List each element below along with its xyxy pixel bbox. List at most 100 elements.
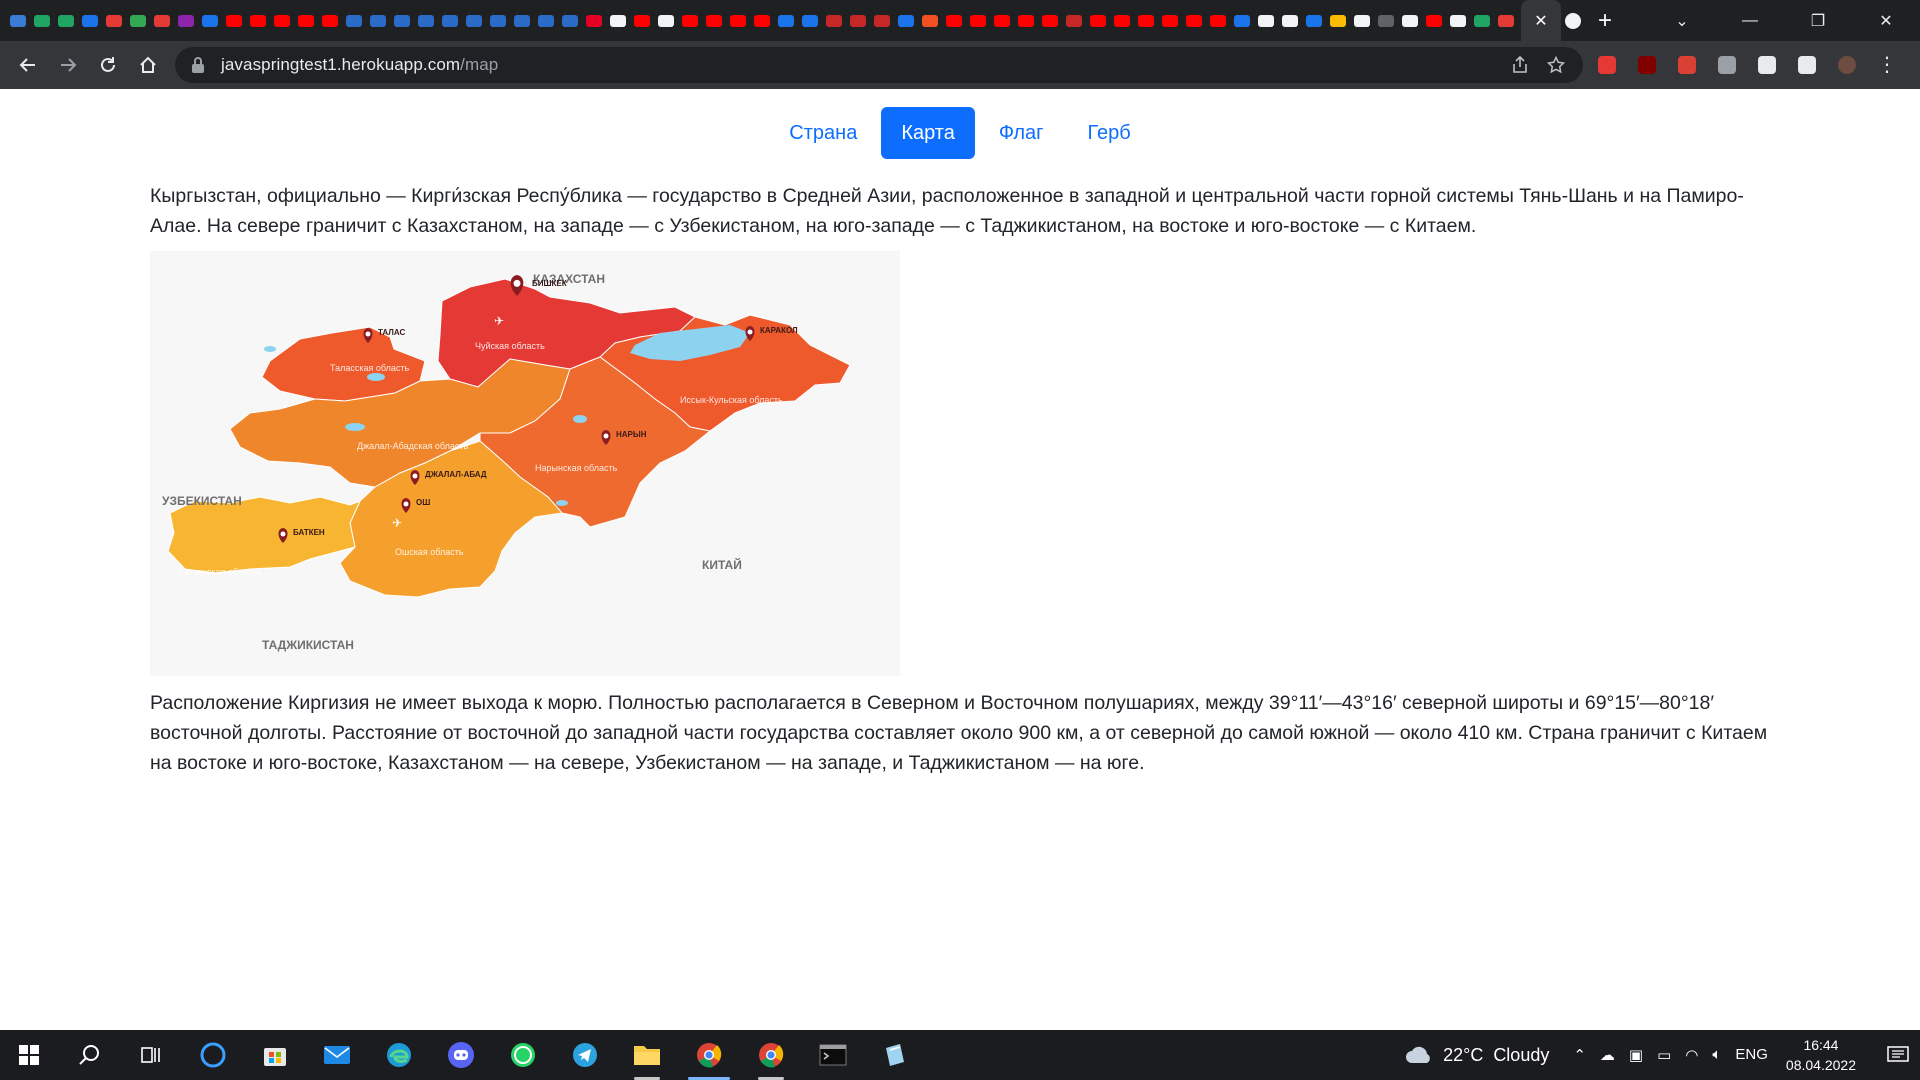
task-view-button[interactable] <box>120 1030 182 1080</box>
taskbar-explorer[interactable] <box>616 1030 678 1080</box>
pinned-tab[interactable] <box>966 0 990 41</box>
close-window-button[interactable]: ✕ <box>1852 0 1920 41</box>
pinned-tab[interactable] <box>150 0 174 41</box>
pinned-tab[interactable] <box>1470 0 1494 41</box>
address-bar[interactable]: javaspringtest1.herokuapp.com/map <box>175 47 1583 83</box>
tab-search-button[interactable]: ⌄ <box>1648 0 1716 41</box>
browser-menu-button[interactable]: ⋮ <box>1870 48 1904 82</box>
pinned-tab[interactable] <box>798 0 822 41</box>
pinned-tab[interactable] <box>294 0 318 41</box>
pinned-tab[interactable] <box>678 0 702 41</box>
pinned-tab[interactable] <box>534 0 558 41</box>
profile-avatar[interactable] <box>1830 48 1864 82</box>
pinned-tab[interactable] <box>270 0 294 41</box>
pinned-tab[interactable] <box>174 0 198 41</box>
pinned-tab[interactable] <box>366 0 390 41</box>
adblock-icon[interactable] <box>1590 48 1624 82</box>
pinned-tab[interactable] <box>918 0 942 41</box>
nav-pill[interactable]: Флаг <box>979 107 1064 159</box>
back-button[interactable] <box>8 45 48 85</box>
wifi-icon[interactable]: ◠ <box>1685 1046 1698 1064</box>
incognito-off-icon[interactable] <box>1710 48 1744 82</box>
ublock-icon[interactable] <box>1630 48 1664 82</box>
pinned-tab[interactable] <box>870 0 894 41</box>
reload-button[interactable] <box>88 45 128 85</box>
pinned-tab[interactable] <box>990 0 1014 41</box>
pinned-tab[interactable] <box>510 0 534 41</box>
pinned-tab[interactable] <box>1014 0 1038 41</box>
pinned-tab[interactable] <box>1422 0 1446 41</box>
taskbar-telegram[interactable] <box>554 1030 616 1080</box>
pinned-tab[interactable] <box>1494 0 1515 41</box>
pinned-tab[interactable] <box>102 0 126 41</box>
weather-widget[interactable]: 22°C Cloudy <box>1405 1045 1549 1066</box>
volume-icon[interactable]: 🔈︎ <box>1712 1046 1721 1064</box>
pinned-tab[interactable] <box>942 0 966 41</box>
pinned-tab[interactable] <box>1062 0 1086 41</box>
google-tab[interactable] <box>1561 0 1585 41</box>
pinned-tab[interactable] <box>462 0 486 41</box>
pinned-tab[interactable] <box>750 0 774 41</box>
pinned-tab[interactable] <box>1278 0 1302 41</box>
pinned-tab[interactable] <box>6 0 30 41</box>
taskbar-edge[interactable] <box>368 1030 430 1080</box>
taskbar-app[interactable] <box>864 1030 926 1080</box>
chevron-up-icon[interactable]: ⌃ <box>1573 1046 1586 1064</box>
todoist-icon[interactable] <box>1670 48 1704 82</box>
nav-pill[interactable]: Герб <box>1067 107 1150 159</box>
pinned-tab[interactable] <box>126 0 150 41</box>
pinned-tab[interactable] <box>1350 0 1374 41</box>
maximize-button[interactable]: ❐ <box>1784 0 1852 41</box>
pinned-tab[interactable] <box>318 0 342 41</box>
pinned-tab[interactable] <box>438 0 462 41</box>
pinned-tab[interactable] <box>1158 0 1182 41</box>
close-tab-icon[interactable]: ✕ <box>1534 11 1547 31</box>
extensions-puzzle-icon[interactable] <box>1750 48 1784 82</box>
taskbar-terminal[interactable] <box>802 1030 864 1080</box>
pinned-tab[interactable] <box>1134 0 1158 41</box>
start-button[interactable] <box>0 1030 58 1080</box>
share-icon[interactable] <box>1511 56 1529 74</box>
pinned-tab[interactable] <box>726 0 750 41</box>
pinned-tab[interactable] <box>894 0 918 41</box>
taskbar-discord[interactable] <box>430 1030 492 1080</box>
lock-icon[interactable] <box>191 57 205 73</box>
pinned-tab[interactable] <box>414 0 438 41</box>
pinned-tab[interactable] <box>654 0 678 41</box>
taskbar-chrome-1[interactable] <box>678 1030 740 1080</box>
cortana-button[interactable] <box>182 1030 244 1080</box>
pinned-tab[interactable] <box>222 0 246 41</box>
pinned-tab[interactable] <box>1398 0 1422 41</box>
meet-now-icon[interactable]: ▣ <box>1629 1046 1643 1064</box>
url-text[interactable]: javaspringtest1.herokuapp.com/map <box>221 55 498 75</box>
pinned-tab[interactable] <box>822 0 846 41</box>
forward-button[interactable] <box>48 45 88 85</box>
pinned-tab[interactable] <box>1326 0 1350 41</box>
bookmark-star-icon[interactable] <box>1547 56 1565 74</box>
pinned-tab[interactable] <box>78 0 102 41</box>
minimize-button[interactable]: — <box>1716 0 1784 41</box>
pinned-tab[interactable] <box>630 0 654 41</box>
nav-pill[interactable]: Карта <box>881 107 975 159</box>
battery-icon[interactable]: ▭ <box>1657 1046 1671 1064</box>
clock[interactable]: 16:44 08.04.2022 <box>1786 1035 1856 1075</box>
nav-pill[interactable]: Страна <box>769 107 877 159</box>
new-tab-button[interactable]: + <box>1585 0 1625 41</box>
pinned-tab[interactable] <box>1206 0 1230 41</box>
pinned-tab[interactable] <box>1038 0 1062 41</box>
pinned-tab[interactable] <box>774 0 798 41</box>
pinned-tab[interactable] <box>558 0 582 41</box>
language-indicator[interactable]: ENG <box>1735 1046 1768 1064</box>
pinned-tab[interactable] <box>1446 0 1470 41</box>
pinned-tab[interactable] <box>1302 0 1326 41</box>
taskbar-chrome-2[interactable] <box>740 1030 802 1080</box>
pinned-tab[interactable] <box>606 0 630 41</box>
pinned-tab[interactable] <box>846 0 870 41</box>
taskbar-mail[interactable] <box>306 1030 368 1080</box>
pinned-tab[interactable] <box>582 0 606 41</box>
pinned-tab[interactable] <box>246 0 270 41</box>
pinned-tab[interactable] <box>198 0 222 41</box>
pinned-tab[interactable] <box>1230 0 1254 41</box>
pinned-tab[interactable] <box>702 0 726 41</box>
side-panel-icon[interactable] <box>1790 48 1824 82</box>
